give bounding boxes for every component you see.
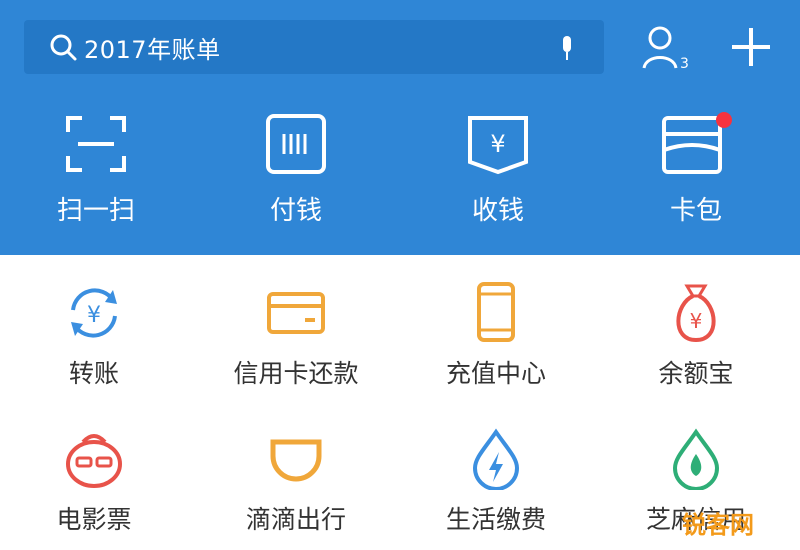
contacts-badge: 3 [680,56,689,72]
watermark: 锐客网 [682,511,754,539]
phone-recharge-icon [477,282,515,342]
search-icon [50,34,77,61]
search-bar[interactable]: 2017年账单 [24,20,604,74]
action-scan[interactable]: 扫一扫 [26,112,166,232]
microphone-icon[interactable] [558,34,576,62]
grid-label: 余额宝 [658,359,734,388]
scan-icon [66,116,126,172]
didi-icon [270,439,322,482]
action-pay[interactable]: 付钱 [226,112,366,232]
grid-utility[interactable]: 生活缴费 [406,428,586,538]
transfer-icon: ¥ [71,288,117,338]
grid-recharge[interactable]: 充值中心 [406,282,586,392]
svg-text:¥: ¥ [690,309,703,333]
utility-payment-icon [472,428,520,490]
svg-text:¥: ¥ [490,130,505,158]
contacts-icon[interactable]: 3 [640,22,692,74]
action-label: 扫一扫 [56,196,135,226]
notification-dot [716,112,732,128]
grid-label: 转账 [68,359,119,388]
grid-label: 生活缴费 [445,505,546,534]
grid-yuebao[interactable]: ¥ 余额宝 [606,282,786,392]
action-receive[interactable]: ¥ 收钱 [428,112,568,232]
movie-ticket-icon [66,434,122,488]
grid-label: 电影票 [56,505,132,534]
grid-label: 充值中心 [445,359,546,388]
grid-label: 信用卡还款 [233,359,359,388]
sesame-credit-icon [672,428,720,490]
grid-label: 滴滴出行 [245,505,346,534]
credit-card-icon [267,292,325,334]
svg-text:¥: ¥ [87,303,101,328]
receive-money-icon: ¥ [468,116,528,175]
grid-didi[interactable]: 滴滴出行 [206,428,386,538]
search-text: 2017年账单 [84,35,221,64]
grid-movie[interactable]: 电影票 [4,428,184,538]
header-panel: 2017年账单 3 扫一扫 付钱 ¥ 收钱 卡包 [0,0,800,255]
action-label: 卡包 [669,196,722,226]
action-label: 付钱 [269,196,322,226]
action-card-wallet[interactable]: 卡包 [626,112,766,232]
action-label: 收钱 [471,196,524,226]
grid-transfer[interactable]: ¥ 转账 [4,282,184,392]
grid-credit-card[interactable]: 信用卡还款 [206,282,386,392]
card-wallet-icon [662,112,732,174]
pay-code-icon [266,114,326,174]
plus-icon[interactable] [728,24,774,70]
money-bag-icon: ¥ [676,284,716,343]
